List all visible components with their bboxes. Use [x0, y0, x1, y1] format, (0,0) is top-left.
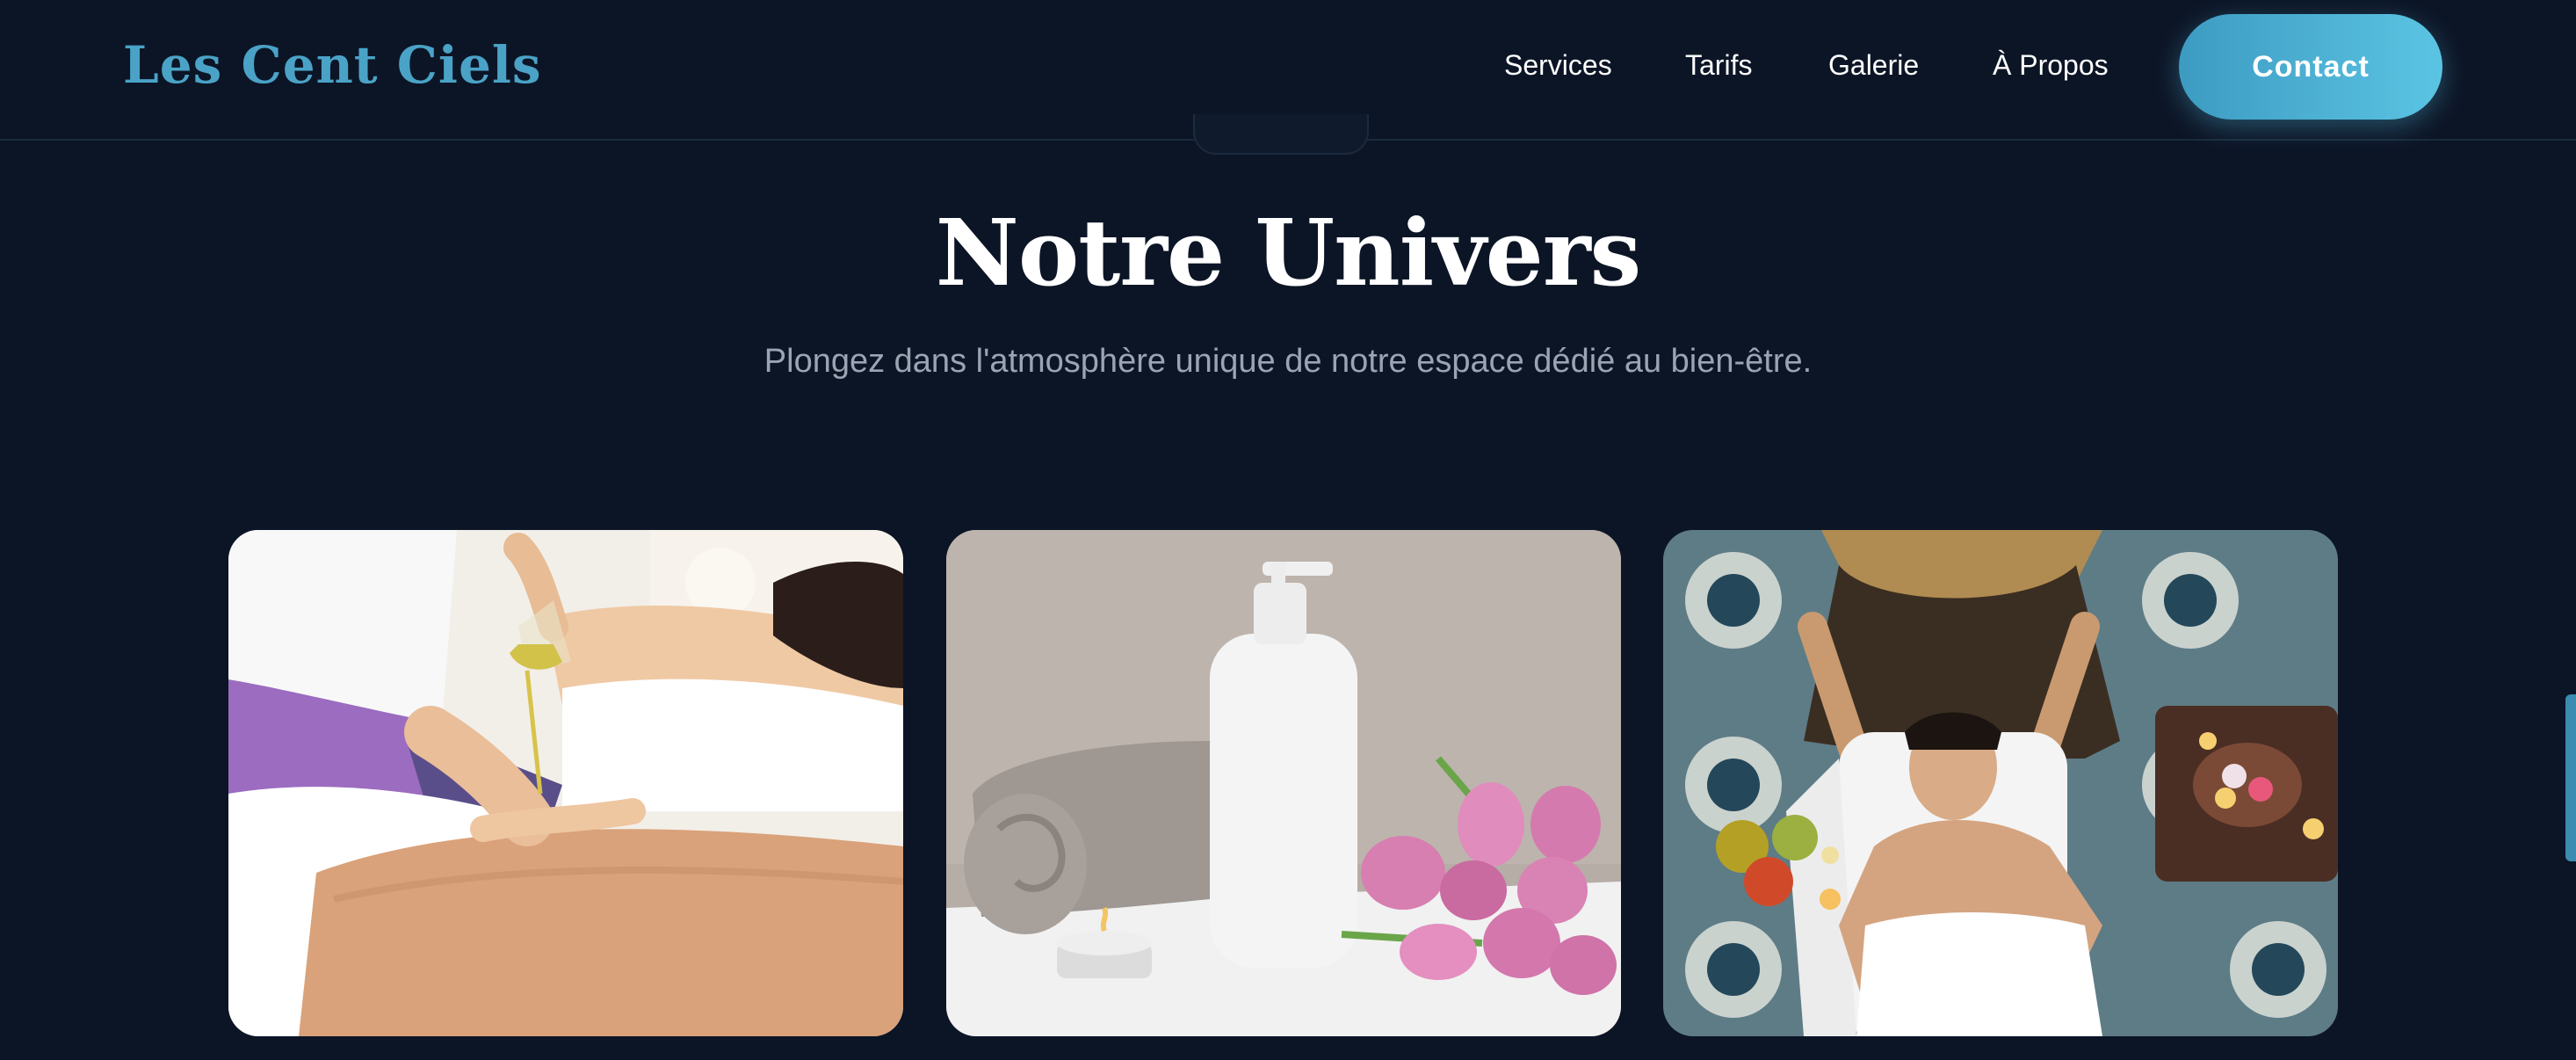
gallery-image-head-massage[interactable] [1663, 530, 2338, 1036]
section-tab-decoration [1193, 114, 1369, 155]
section-subtitle: Plongez dans l'atmosphère unique de notr… [763, 343, 1813, 380]
site-logo[interactable]: Les Cent Ciels [123, 35, 542, 95]
nav-link-services[interactable]: Services [1504, 49, 1612, 82]
section-title: Notre Univers [935, 199, 1641, 307]
nav-link-galerie[interactable]: Galerie [1828, 49, 1919, 82]
spa-towel-bottle-tulips-photo [946, 530, 1621, 1036]
nav-link-a-propos[interactable]: À Propos [1993, 49, 2109, 82]
head-massage-photo [1663, 530, 2338, 1036]
scrollbar-thumb[interactable] [2565, 694, 2576, 861]
nav-link-tarifs[interactable]: Tarifs [1685, 49, 1752, 82]
gallery-image-oil-massage[interactable] [228, 530, 903, 1036]
gallery-image-spa-products[interactable] [946, 530, 1621, 1036]
oil-massage-photo [228, 530, 903, 1036]
contact-button[interactable]: Contact [2179, 14, 2442, 120]
